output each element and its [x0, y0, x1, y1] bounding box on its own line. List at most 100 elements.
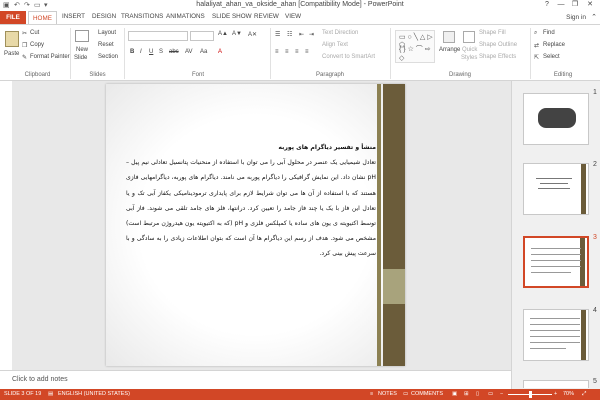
zoom-in-icon[interactable]: +: [554, 391, 557, 397]
shapes-gallery[interactable]: ▭ ○ ╲ △ ▷ ⬠ { } ☆ ⌒ ⇨ ◇: [395, 30, 435, 63]
tab-slide-show[interactable]: SLIDE SHOW: [212, 13, 252, 20]
notes-toggle-button[interactable]: NOTES: [378, 391, 397, 397]
comments-button[interactable]: COMMENTS: [411, 391, 443, 397]
thumb-line: [530, 324, 580, 325]
tab-animations[interactable]: ANIMATIONS: [166, 13, 205, 20]
thumb-line: [538, 188, 570, 189]
notes-pane[interactable]: Click to add notes: [0, 370, 511, 389]
thumb-line: [531, 254, 581, 255]
fit-slide-icon[interactable]: ⤢: [582, 391, 586, 398]
notes-placeholder[interactable]: Click to add notes: [12, 376, 68, 383]
slide-thumbnail-5[interactable]: [523, 380, 589, 388]
shadow-icon[interactable]: S: [159, 49, 163, 55]
reading-view-icon[interactable]: ▯: [476, 391, 479, 397]
slides-group-label: Slides: [89, 72, 106, 78]
font-size-select[interactable]: [190, 31, 214, 41]
tab-insert[interactable]: INSERT: [62, 13, 85, 20]
slide-sorter-icon[interactable]: ⊞: [464, 391, 469, 397]
layout-button[interactable]: Layout: [98, 30, 116, 36]
collapse-ribbon-icon[interactable]: ⌃: [591, 13, 597, 21]
copy-button[interactable]: Copy: [30, 42, 44, 48]
change-case-icon[interactable]: Aa: [200, 49, 207, 55]
new-slide-icon[interactable]: [75, 30, 89, 42]
reset-button[interactable]: Reset: [98, 42, 114, 48]
decrease-indent-icon[interactable]: ⇤: [299, 31, 304, 38]
find-button[interactable]: Find: [543, 30, 555, 36]
zoom-out-icon[interactable]: −: [500, 391, 503, 397]
tab-transitions[interactable]: TRANSITIONS: [121, 13, 163, 20]
slide-text-box[interactable]: منشأ و تفسیر دیاگرام های پوربه تعادل شیم…: [126, 140, 376, 262]
language-indicator[interactable]: ENGLISH (UNITED STATES): [58, 391, 130, 397]
quick-styles-button[interactable]: Quick: [462, 47, 477, 53]
new-slide-button-line2[interactable]: Slide: [74, 55, 87, 61]
tab-file[interactable]: FILE: [0, 11, 26, 24]
align-right-icon[interactable]: ≡: [295, 49, 299, 55]
slideshow-icon[interactable]: ▭: [488, 391, 493, 397]
bold-icon[interactable]: B: [130, 49, 134, 55]
character-spacing-icon[interactable]: AV: [185, 49, 193, 55]
arrange-button[interactable]: Arrange: [439, 47, 460, 53]
shape-outline-button[interactable]: Shape Outline: [479, 42, 517, 48]
slide-thumbnail-4[interactable]: [523, 309, 589, 361]
help-button[interactable]: ?: [540, 0, 554, 10]
bullets-icon[interactable]: ☰: [275, 31, 280, 38]
shrink-font-icon[interactable]: A▼: [232, 31, 242, 37]
thumb-number: 1: [593, 89, 597, 96]
shape-effects-button[interactable]: Shape Effects: [479, 54, 516, 60]
quick-styles-icon[interactable]: [463, 31, 475, 43]
slide-thumbnail-pane[interactable]: 1 2 3 4 5: [511, 81, 600, 389]
font-name-select[interactable]: [128, 31, 188, 41]
strikethrough-icon[interactable]: abc: [169, 49, 179, 55]
replace-button[interactable]: Replace: [543, 42, 565, 48]
thumb-line: [530, 342, 580, 343]
justify-icon[interactable]: ≡: [305, 49, 309, 55]
format-painter-icon: ✎: [22, 55, 28, 61]
paste-button[interactable]: Paste: [4, 51, 19, 57]
format-painter-button[interactable]: Format Painter: [30, 54, 70, 60]
minimize-button[interactable]: —: [554, 0, 568, 10]
paste-icon[interactable]: [5, 31, 19, 47]
align-left-icon[interactable]: ≡: [275, 49, 279, 55]
comments-icon: ▭: [403, 391, 409, 397]
tab-review[interactable]: REVIEW: [254, 13, 279, 20]
slide-thumbnail-3[interactable]: [523, 236, 589, 288]
slide-decor-dark-stripe: [383, 84, 405, 269]
grow-font-icon[interactable]: A▲: [218, 31, 228, 37]
align-text-button[interactable]: Align Text: [322, 42, 348, 48]
section-button[interactable]: Section: [98, 54, 118, 60]
tab-design[interactable]: DESIGN: [92, 13, 116, 20]
select-button[interactable]: Select: [543, 54, 560, 60]
select-icon: ⇱: [534, 55, 540, 61]
italic-icon[interactable]: I: [140, 49, 142, 55]
normal-view-icon[interactable]: ▣: [452, 391, 457, 397]
tab-home[interactable]: HOME: [28, 11, 57, 24]
quick-styles-button-line2[interactable]: Styles: [461, 55, 477, 61]
title-bar: ▣ ↶ ↷ ▭ ▾ halaliyat_ahan_va_okside_ahan …: [0, 0, 600, 11]
tab-view[interactable]: VIEW: [285, 13, 301, 20]
text-direction-button[interactable]: Text Direction: [322, 30, 358, 36]
underline-icon[interactable]: U: [149, 49, 153, 55]
spellcheck-icon[interactable]: ▤: [48, 391, 53, 397]
increase-indent-icon[interactable]: ⇥: [309, 31, 314, 38]
current-slide[interactable]: منشأ و تفسیر دیاگرام های پوربه تعادل شیم…: [106, 84, 405, 366]
slide-thumbnail-1[interactable]: [523, 93, 589, 145]
thumb-stripe: [581, 310, 586, 360]
convert-smartart-button[interactable]: Convert to SmartArt: [322, 54, 375, 60]
ribbon-tabs: FILE HOME INSERT DESIGN TRANSITIONS ANIM…: [0, 11, 600, 24]
calligraphy-image: [538, 108, 576, 128]
slide-decor-dark-stripe-bottom: [383, 304, 405, 366]
shape-fill-button[interactable]: Shape Fill: [479, 30, 506, 36]
font-color-icon[interactable]: A: [218, 49, 222, 55]
numbering-icon[interactable]: ☷: [287, 31, 292, 38]
cut-button[interactable]: Cut: [30, 30, 39, 36]
restore-button[interactable]: ❐: [568, 0, 582, 10]
slide-thumbnail-2[interactable]: [523, 163, 589, 215]
align-center-icon[interactable]: ≡: [285, 49, 289, 55]
sign-in-link[interactable]: Sign in: [566, 14, 586, 21]
zoom-slider-thumb[interactable]: [529, 391, 532, 398]
close-button[interactable]: ✕: [583, 0, 597, 10]
clear-formatting-icon[interactable]: A✕: [248, 31, 257, 38]
new-slide-button[interactable]: New: [76, 47, 88, 53]
arrange-icon[interactable]: [443, 31, 455, 43]
zoom-level[interactable]: 70%: [563, 391, 574, 397]
